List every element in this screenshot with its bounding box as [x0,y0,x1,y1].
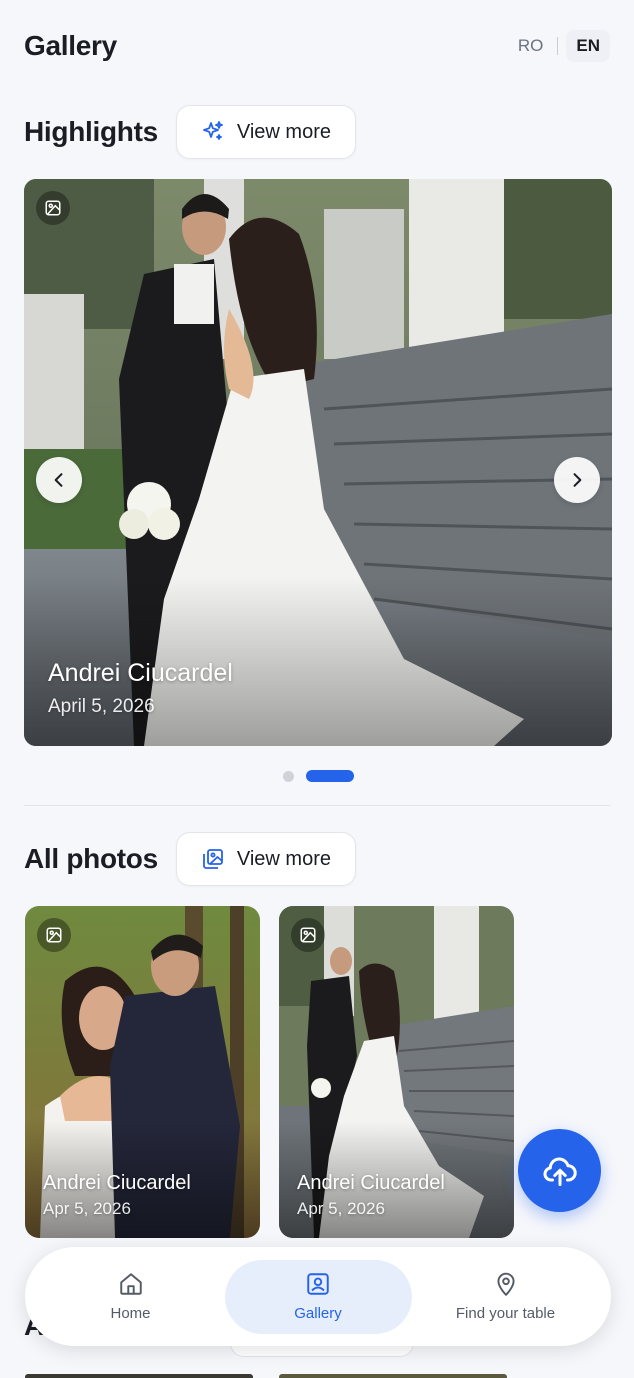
slide-author-name: Andrei Ciucardel [48,659,233,687]
all-photos-header: All photos View more [24,832,356,886]
bottom-navigation: Home Gallery Find your table [25,1247,611,1346]
next-section-photo [25,1374,253,1378]
photo-date: Apr 5, 2026 [297,1199,385,1218]
photo-card[interactable]: Andrei Ciucardel Apr 5, 2026 [279,906,514,1238]
photo-author-name: Andrei Ciucardel [297,1172,445,1194]
carousel-prev-button[interactable] [36,457,82,503]
nav-find-table-label: Find your table [455,1305,556,1322]
all-photos-view-more-button[interactable]: View more [175,832,356,886]
nav-gallery-label: Gallery [294,1305,342,1322]
carousel-dot-2-active[interactable] [306,770,354,782]
highlights-carousel[interactable]: Andrei Ciucardel April 5, 2026 [24,179,612,746]
lang-ro-button[interactable]: RO [512,32,550,60]
slide-caption: Andrei Ciucardel April 5, 2026 [48,659,233,718]
photo-date: Apr 5, 2026 [43,1199,131,1218]
sparkles-icon [202,121,223,140]
page-title: Gallery [24,30,117,61]
home-icon [119,1273,142,1295]
highlights-view-more-button[interactable]: View more [175,105,356,159]
location-pin-icon [496,1272,515,1296]
section-divider [24,805,610,806]
photo-library-icon [202,849,223,869]
image-type-badge [37,918,71,952]
image-type-badge [291,918,325,952]
all-photos-title: All photos [24,843,158,874]
image-icon [46,927,62,943]
chevron-right-icon [573,473,582,487]
carousel-pagination [283,770,354,782]
nav-home[interactable]: Home [37,1260,224,1334]
chevron-left-icon [54,473,63,487]
language-switcher: RO EN [512,30,610,62]
lang-en-button[interactable]: EN [566,30,610,62]
photo-author-name: Andrei Ciucardel [43,1172,191,1194]
nav-find-table[interactable]: Find your table [412,1260,599,1334]
upload-button[interactable] [518,1129,601,1212]
image-icon [300,927,316,943]
photo-caption: Andrei Ciucardel Apr 5, 2026 [297,1172,445,1219]
lang-divider [557,37,559,55]
carousel-dot-1[interactable] [283,770,294,782]
next-section-photo [279,1374,507,1378]
gallery-icon [307,1273,329,1295]
all-photos-view-more-label: View more [236,847,331,870]
photo-caption: Andrei Ciucardel Apr 5, 2026 [43,1172,191,1219]
photo-card[interactable]: Andrei Ciucardel Apr 5, 2026 [25,906,260,1238]
highlights-view-more-label: View more [236,120,331,143]
cloud-upload-icon [543,1157,577,1186]
nav-home-label: Home [110,1305,151,1322]
carousel-next-button[interactable] [554,457,600,503]
highlights-header: Highlights View more [24,105,356,159]
highlights-title: Highlights [24,116,158,147]
slide-date: April 5, 2026 [48,696,155,717]
header: Gallery RO EN [24,24,610,68]
nav-gallery[interactable]: Gallery [224,1259,412,1334]
image-type-badge [36,191,70,225]
image-icon [45,200,61,216]
